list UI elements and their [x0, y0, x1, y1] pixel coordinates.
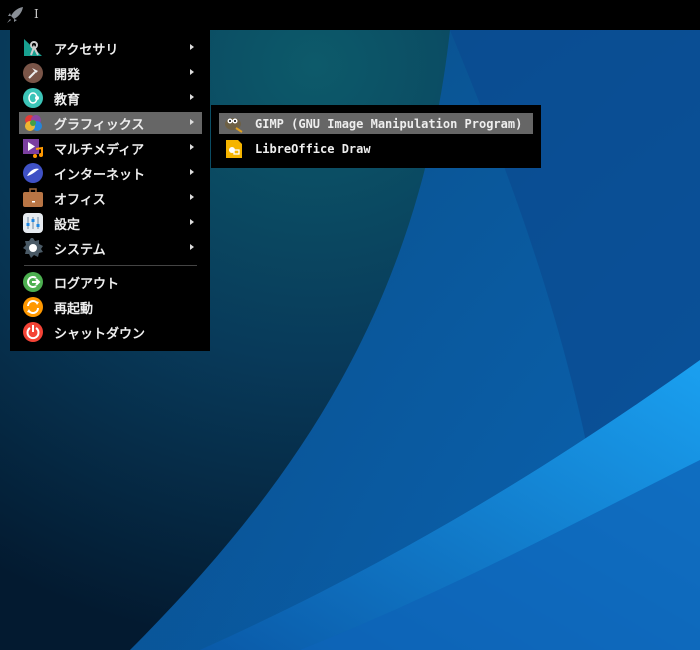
menu-item-system[interactable]: システム [19, 237, 202, 259]
submenu-arrow-icon [190, 44, 194, 50]
development-icon [23, 63, 43, 83]
submenu-arrow-icon [190, 144, 194, 150]
submenu-arrow-icon [190, 244, 194, 250]
menu-separator [24, 265, 197, 266]
submenu-arrow-icon [190, 119, 194, 125]
submenu-item-label: GIMP (GNU Image Manipulation Program) [255, 116, 523, 131]
text-cursor: I [34, 7, 39, 21]
gimp-icon [225, 115, 243, 133]
menu-item-office[interactable]: オフィス [19, 187, 202, 209]
submenu-arrow-icon [190, 169, 194, 175]
education-icon [23, 88, 43, 108]
menu-item-label: オフィス [54, 192, 106, 208]
submenu-arrow-icon [190, 69, 194, 75]
graphics-submenu: GIMP (GNU Image Manipulation Program) Lib… [211, 105, 541, 168]
menu-item-label: 設定 [54, 217, 81, 233]
submenu-item-libreoffice-draw[interactable]: LibreOffice Draw [219, 138, 533, 159]
application-menu: アクセサリ開発教育グラフィックス マルチメディア インターネット オフィス設定システム… [10, 30, 210, 351]
logout-icon [23, 272, 43, 292]
submenu-arrow-icon [190, 94, 194, 100]
menu-item-settings[interactable]: 設定 [19, 212, 202, 234]
settings-icon [23, 213, 43, 233]
menu-item-accessories[interactable]: アクセサリ [19, 37, 202, 59]
menu-item-multimedia[interactable]: マルチメディア [19, 137, 202, 159]
menu-item-label: グラフィックス [54, 117, 145, 133]
libreoffice-draw-icon [225, 139, 243, 158]
menu-item-development[interactable]: 開発 [19, 62, 202, 84]
action-label: ログアウト [54, 276, 120, 292]
submenu-arrow-icon [190, 194, 194, 200]
menu-item-label: インターネット [54, 167, 146, 183]
reboot-icon [23, 297, 43, 317]
submenu-item-gimp[interactable]: GIMP (GNU Image Manipulation Program) [219, 113, 533, 134]
menu-item-graphics[interactable]: グラフィックス [19, 112, 202, 134]
internet-icon [23, 163, 43, 183]
action-label: シャットダウン [54, 326, 146, 342]
graphics-icon [23, 113, 43, 133]
accessories-icon [23, 38, 43, 58]
menu-item-label: マルチメディア [54, 142, 145, 158]
menu-item-internet[interactable]: インターネット [19, 162, 202, 184]
menu-item-label: システム [54, 242, 106, 258]
action-label: 再起動 [54, 301, 94, 317]
rocket-launcher-icon[interactable] [5, 5, 25, 25]
submenu-item-label: LibreOffice Draw [255, 141, 371, 156]
office-icon [23, 188, 43, 208]
multimedia-icon [23, 138, 43, 158]
menu-item-label: 開発 [54, 67, 81, 83]
top-panel: I [0, 0, 700, 30]
shutdown-icon [23, 322, 43, 342]
action-reboot[interactable]: 再起動 [19, 296, 202, 318]
action-shutdown[interactable]: シャットダウン [19, 321, 202, 343]
system-icon [23, 238, 43, 258]
menu-item-label: アクセサリ [54, 42, 119, 58]
submenu-arrow-icon [190, 219, 194, 225]
action-logout[interactable]: ログアウト [19, 271, 202, 293]
menu-item-label: 教育 [54, 92, 81, 108]
menu-item-education[interactable]: 教育 [19, 87, 202, 109]
